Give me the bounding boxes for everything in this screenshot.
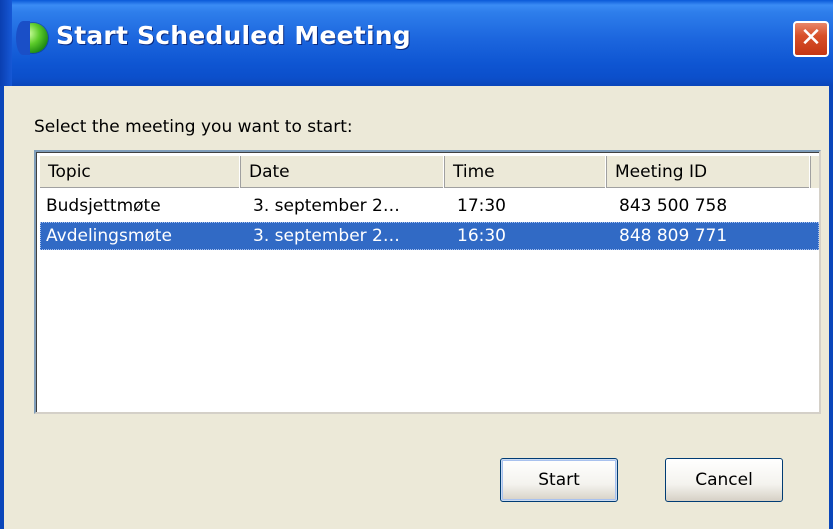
meeting-row-1[interactable]: Budsjettmøte 3. september 2… 17:30 843 5… <box>40 192 819 220</box>
column-header-topic[interactable]: Topic <box>40 156 241 188</box>
close-button[interactable]: ✕ <box>793 21 829 57</box>
app-globe-icon <box>16 21 48 55</box>
column-header-time[interactable]: Time <box>445 156 607 188</box>
title-bar[interactable]: Start Scheduled Meeting ✕ <box>0 0 833 86</box>
title-bar-edge <box>0 0 12 86</box>
cell-time: 16:30 <box>457 226 506 246</box>
column-header-date[interactable]: Date <box>241 156 445 188</box>
meeting-row-2[interactable]: Avdelingsmøte 3. september 2… 16:30 848 … <box>40 222 819 250</box>
start-button[interactable]: Start <box>500 458 618 502</box>
window-left-border <box>0 86 4 529</box>
cancel-button[interactable]: Cancel <box>665 458 783 502</box>
instruction-label: Select the meeting you want to start: <box>34 117 353 137</box>
list-header: Topic Date Time Meeting ID <box>40 156 819 188</box>
cell-topic: Budsjettmøte <box>46 196 161 216</box>
dialog-title: Start Scheduled Meeting <box>56 21 411 50</box>
meetings-list[interactable]: Topic Date Time Meeting ID Budsjettmøte … <box>34 150 821 414</box>
cell-topic: Avdelingsmøte <box>46 226 172 246</box>
cell-date: 3. september 2… <box>253 226 400 246</box>
start-scheduled-meeting-dialog: Start Scheduled Meeting ✕ Select the mee… <box>0 0 833 529</box>
cell-time: 17:30 <box>457 196 506 216</box>
window-right-border <box>829 86 833 529</box>
cell-meeting-id: 848 809 771 <box>619 226 728 246</box>
cell-date: 3. september 2… <box>253 196 400 216</box>
cell-meeting-id: 843 500 758 <box>619 196 728 216</box>
column-header-meeting-id[interactable]: Meeting ID <box>607 156 811 188</box>
